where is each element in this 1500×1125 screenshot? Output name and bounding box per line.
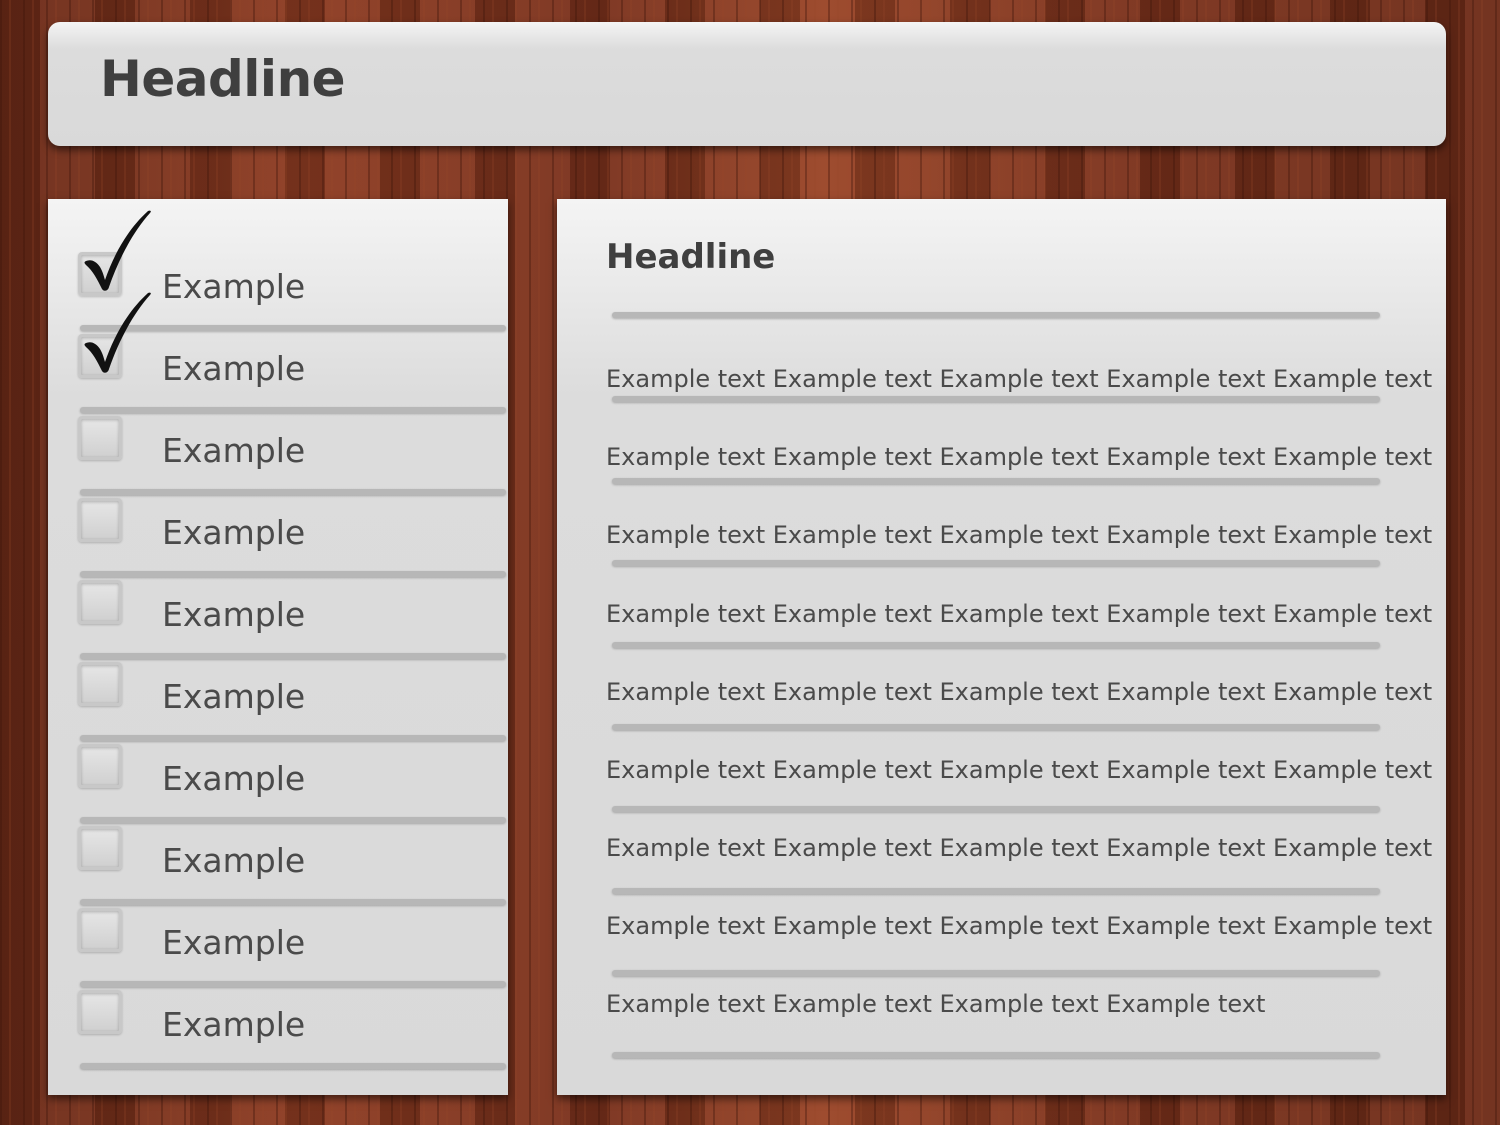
checkbox[interactable] xyxy=(78,662,122,706)
checkbox[interactable] xyxy=(78,990,122,1034)
checklist-item-label: Example xyxy=(162,513,306,552)
divider xyxy=(612,806,1380,812)
divider xyxy=(612,642,1380,648)
divider xyxy=(612,396,1380,402)
checklist-item[interactable]: Example xyxy=(48,495,508,577)
divider xyxy=(612,312,1380,318)
divider xyxy=(612,1052,1380,1058)
divider xyxy=(612,560,1380,566)
checkbox[interactable] xyxy=(78,826,122,870)
checkbox[interactable] xyxy=(78,908,122,952)
checklist-item[interactable]: Example xyxy=(48,987,508,1069)
checklist-item[interactable]: Example xyxy=(48,577,508,659)
checkbox[interactable] xyxy=(78,498,122,542)
checkmark-stroke xyxy=(84,210,151,291)
checkmark-stroke xyxy=(84,292,151,373)
checklist-panel: Example Example Example Example Example … xyxy=(48,199,508,1095)
content-title: Headline xyxy=(606,237,776,277)
divider xyxy=(612,888,1380,894)
divider xyxy=(612,478,1380,484)
divider xyxy=(612,970,1380,976)
checklist-item[interactable]: Example xyxy=(48,823,508,905)
checklist-item-label: Example xyxy=(162,431,306,470)
checkbox[interactable] xyxy=(78,416,122,460)
checkbox[interactable] xyxy=(78,580,122,624)
checkbox[interactable] xyxy=(78,744,122,788)
text-line: Example text Example text Example text E… xyxy=(606,990,1266,1018)
checklist-item-label: Example xyxy=(162,841,306,880)
text-line: Example text Example text Example text E… xyxy=(606,600,1433,628)
checklist-item-label: Example xyxy=(162,349,306,388)
checklist-item[interactable]: Example xyxy=(48,905,508,987)
page-title: Headline xyxy=(100,50,346,108)
text-line: Example text Example text Example text E… xyxy=(606,678,1433,706)
checklist-item[interactable]: Example xyxy=(48,741,508,823)
text-line: Example text Example text Example text E… xyxy=(606,756,1433,784)
checklist-item-label: Example xyxy=(162,267,306,306)
text-line: Example text Example text Example text E… xyxy=(606,521,1433,549)
text-line: Example text Example text Example text E… xyxy=(606,834,1433,862)
content-panel: Headline Example text Example text Examp… xyxy=(557,199,1446,1095)
checklist-item-label: Example xyxy=(162,923,306,962)
text-line: Example text Example text Example text E… xyxy=(606,365,1433,393)
checkmark-icon xyxy=(84,210,151,291)
text-line: Example text Example text Example text E… xyxy=(606,443,1433,471)
checklist-item[interactable]: Example xyxy=(48,659,508,741)
checklist-item-label: Example xyxy=(162,595,306,634)
divider xyxy=(80,1063,506,1069)
checklist-item[interactable]: Example xyxy=(48,292,508,413)
checklist-item[interactable]: Example xyxy=(48,413,508,495)
checklist-item-label: Example xyxy=(162,677,306,716)
divider xyxy=(612,724,1380,730)
checkmark-icon xyxy=(84,292,151,373)
header-panel: Headline xyxy=(48,22,1446,146)
checklist-item-label: Example xyxy=(162,1005,306,1044)
text-line: Example text Example text Example text E… xyxy=(606,912,1433,940)
checklist-item-label: Example xyxy=(162,759,306,798)
